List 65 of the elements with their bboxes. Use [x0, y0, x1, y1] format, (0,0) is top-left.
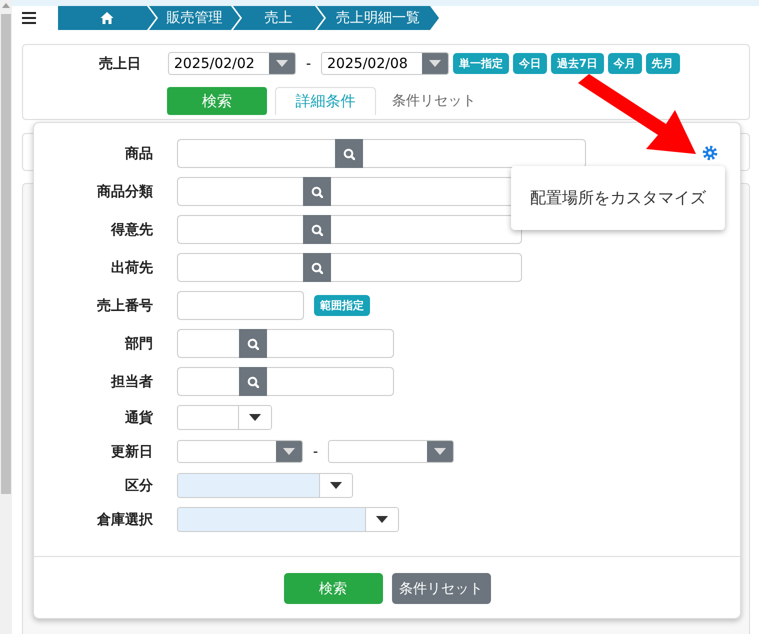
quick-date-button[interactable]: 今日	[513, 53, 548, 74]
search-button[interactable]	[239, 367, 267, 396]
home-icon	[100, 11, 114, 25]
search-button[interactable]: 検索	[284, 573, 382, 604]
breadcrumb-item[interactable]: 販売管理	[149, 6, 240, 30]
field-label: 更新日	[110, 442, 153, 460]
breadcrumb-item[interactable]: 売上	[233, 6, 324, 30]
code-field[interactable]	[177, 329, 239, 358]
field-label: 売上番号	[96, 296, 153, 314]
reset-button[interactable]: 条件リセット	[392, 573, 490, 604]
field-label: 商品	[124, 144, 153, 162]
range-separator: -	[313, 444, 318, 460]
field-label: 商品分類	[96, 182, 153, 200]
date-field[interactable]: 2025/02/02	[168, 52, 296, 75]
code-field[interactable]	[177, 215, 303, 244]
search-icon	[311, 262, 323, 274]
search-button[interactable]	[303, 253, 331, 282]
quick-date-button[interactable]: 単一指定	[453, 53, 510, 74]
name-field[interactable]	[267, 367, 394, 396]
search-icon	[311, 186, 323, 198]
field-label: 売上日	[98, 54, 141, 72]
field-label: 部門	[124, 334, 153, 352]
search-button[interactable]	[335, 139, 363, 168]
search-button[interactable]	[303, 177, 331, 206]
quick-date-button[interactable]: 過去7日	[551, 53, 604, 74]
quick-date-button[interactable]: 先月	[646, 53, 680, 74]
search-icon	[343, 148, 355, 160]
code-field[interactable]	[177, 367, 239, 396]
dropdown-field[interactable]	[177, 507, 399, 532]
search-icon	[311, 224, 323, 236]
code-field[interactable]	[177, 177, 303, 206]
field-label: 担当者	[110, 372, 153, 390]
name-field[interactable]	[331, 253, 522, 282]
search-icon	[247, 376, 259, 388]
dropdown-field[interactable]	[177, 405, 272, 430]
search-button[interactable]	[303, 215, 331, 244]
range-button[interactable]: 範囲指定	[314, 295, 370, 316]
name-field[interactable]	[267, 329, 394, 358]
field-label: 区分	[124, 476, 153, 494]
home-crumb[interactable]	[58, 6, 156, 30]
date-field[interactable]: 2025/02/08	[321, 52, 450, 75]
code-field[interactable]	[177, 139, 335, 168]
field-label: 出荷先	[110, 258, 153, 276]
field-label: 得意先	[110, 220, 153, 238]
field-label: 通貨	[124, 408, 153, 426]
scrollbar-thumb[interactable]	[1, 14, 11, 494]
range-separator: -	[306, 56, 312, 72]
dropdown-field[interactable]	[177, 473, 353, 498]
name-field[interactable]	[363, 139, 586, 168]
search-icon	[247, 338, 259, 350]
detail-conditions-tab[interactable]: 詳細条件	[275, 87, 376, 115]
menu-icon[interactable]	[22, 12, 36, 24]
settings-icon[interactable]	[702, 145, 718, 161]
date-field[interactable]	[177, 440, 303, 463]
date-field[interactable]	[328, 440, 454, 463]
search-button[interactable]: 検索	[167, 87, 267, 115]
field-label: 倉庫選択	[96, 510, 153, 528]
input-field[interactable]	[177, 291, 304, 320]
quick-date-button[interactable]: 今月	[608, 53, 642, 74]
reset-link[interactable]: 条件リセット	[392, 92, 476, 110]
code-field[interactable]	[177, 253, 303, 282]
tooltip: 配置場所をカスタマイズ	[511, 166, 725, 230]
breadcrumb-item[interactable]: 売上明細一覧	[317, 6, 439, 30]
search-button[interactable]	[239, 329, 267, 358]
name-field[interactable]	[331, 215, 522, 244]
